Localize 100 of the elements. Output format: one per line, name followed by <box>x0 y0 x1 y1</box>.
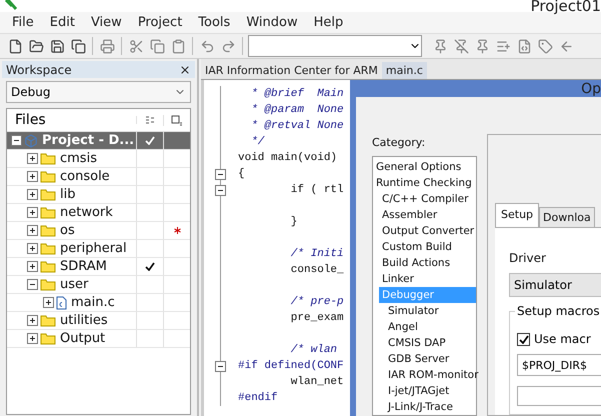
code-line: pre_exam <box>290 312 344 324</box>
tree-item-label: Project - D... <box>41 133 136 148</box>
expand-icon[interactable] <box>27 153 38 164</box>
fold-icon[interactable] <box>215 184 226 196</box>
save-icon[interactable] <box>50 38 64 54</box>
tree-row[interactable]: os <box>7 222 190 240</box>
file-icon[interactable] <box>516 38 532 54</box>
tree-item-label: Output <box>59 331 106 346</box>
panel-title: Workspace <box>6 62 72 76</box>
tree-row[interactable]: main.c <box>7 294 190 312</box>
category-item[interactable]: Simulator <box>385 303 476 319</box>
copy-icon[interactable] <box>150 38 164 54</box>
save-all-icon[interactable] <box>70 38 86 54</box>
tree-row[interactable]: network <box>7 204 190 222</box>
paste-icon[interactable] <box>170 38 186 54</box>
category-item[interactable]: J-Link/J-Trace <box>385 399 476 415</box>
tree-item-label: network <box>59 205 114 220</box>
folder-icon <box>40 242 56 255</box>
tree-row[interactable]: lib <box>7 186 190 204</box>
use-macro-checkbox[interactable]: Use macr <box>517 332 601 346</box>
menu-item[interactable]: Edit <box>42 15 83 30</box>
tree-item-label: console <box>59 169 111 184</box>
collapse-icon[interactable] <box>27 279 38 290</box>
menu-item[interactable]: Project <box>130 15 190 30</box>
tree-row[interactable]: cmsis <box>7 150 190 168</box>
cut-icon[interactable] <box>128 38 144 54</box>
folder-icon <box>40 224 56 237</box>
tree-row[interactable]: Project - D... <box>7 132 190 150</box>
tag-icon[interactable] <box>538 38 552 54</box>
category-item[interactable]: Build Actions <box>379 255 476 271</box>
tree-row[interactable]: utilities <box>7 312 190 330</box>
tab[interactable]: Downloa <box>539 207 595 227</box>
folder-icon <box>40 260 56 273</box>
expand-icon[interactable] <box>43 297 54 308</box>
expand-icon[interactable] <box>27 207 38 218</box>
column-icon <box>145 116 155 124</box>
open-folder-icon[interactable] <box>28 38 44 54</box>
category-item[interactable]: Output Converter <box>379 223 476 239</box>
cube-icon <box>24 134 38 148</box>
list-icon[interactable] <box>496 38 510 54</box>
tree-item-label: lib <box>59 187 76 202</box>
expand-icon[interactable] <box>27 333 38 344</box>
category-item[interactable]: Linker <box>379 271 476 287</box>
collapse-icon[interactable] <box>11 135 22 146</box>
expand-icon[interactable] <box>27 189 38 200</box>
close-icon[interactable] <box>179 64 191 76</box>
tree-row[interactable]: user <box>7 276 190 294</box>
dialog-title: Op <box>581 80 601 96</box>
code-line: * @param None <box>250 104 344 116</box>
fold-icon[interactable] <box>215 168 226 180</box>
category-item[interactable]: General Options <box>373 159 476 175</box>
tree-row[interactable]: peripheral <box>7 240 190 258</box>
configuration-dropdown[interactable]: Debug <box>6 81 191 103</box>
category-item[interactable]: C/C++ Compiler <box>379 191 476 207</box>
expand-icon[interactable] <box>27 171 38 182</box>
menu-item[interactable]: Window <box>238 15 306 30</box>
redo-icon[interactable] <box>220 38 236 54</box>
tab[interactable]: Setup <box>495 203 540 227</box>
expand-icon[interactable] <box>27 243 38 254</box>
category-label: Category: <box>372 136 426 149</box>
tree-item-label: cmsis <box>59 151 98 166</box>
expand-icon[interactable] <box>27 225 38 236</box>
menu-item[interactable]: Help <box>306 15 352 30</box>
folder-icon <box>40 188 56 201</box>
print-icon[interactable] <box>100 38 114 54</box>
fold-icon[interactable] <box>215 360 226 372</box>
editor-tab[interactable]: main.c <box>382 62 427 79</box>
category-item[interactable]: Assembler <box>379 207 476 223</box>
category-item[interactable]: IAR ROM-monitor <box>385 367 476 383</box>
macro-path-field[interactable]: $PROJ_DIR$ <box>517 354 601 376</box>
code-line: */ <box>250 136 264 148</box>
folder-icon <box>40 170 56 183</box>
driver-dropdown[interactable]: Simulator <box>509 273 601 297</box>
expand-icon[interactable] <box>27 261 38 272</box>
input-field[interactable] <box>517 386 601 406</box>
pin-icon[interactable] <box>432 38 448 54</box>
menu-item[interactable]: File <box>4 15 42 30</box>
category-item[interactable]: Runtime Checking <box>373 175 476 191</box>
code-line: * @brief Main <box>250 88 344 100</box>
expand-icon[interactable] <box>27 315 38 326</box>
checkmark-icon <box>518 334 528 344</box>
toolbar-combo-box[interactable] <box>248 35 422 57</box>
pin-icon[interactable] <box>474 38 490 54</box>
category-item[interactable]: I-jet/JTAGjet <box>385 383 476 399</box>
code-line: #if defined(CONF <box>238 360 344 372</box>
category-item[interactable]: GDB Server <box>385 351 476 367</box>
tree-row[interactable]: SDRAM <box>7 258 190 276</box>
menu-item[interactable]: Tools <box>190 15 238 30</box>
tree-row[interactable]: Output <box>7 330 190 348</box>
tree-row[interactable]: console <box>7 168 190 186</box>
folder-icon <box>40 206 56 219</box>
folder-icon <box>40 314 56 327</box>
menu-item[interactable]: View <box>82 15 130 30</box>
editor-tab[interactable]: IAR Information Center for ARM <box>201 62 382 79</box>
category-item[interactable]: CMSIS DAP <box>385 335 476 351</box>
pin-icon[interactable] <box>454 38 468 54</box>
category-item[interactable]: Angel <box>385 319 476 335</box>
category-item[interactable]: Custom Build <box>379 239 476 255</box>
new-file-icon[interactable] <box>8 38 22 54</box>
undo-icon[interactable] <box>200 38 214 54</box>
